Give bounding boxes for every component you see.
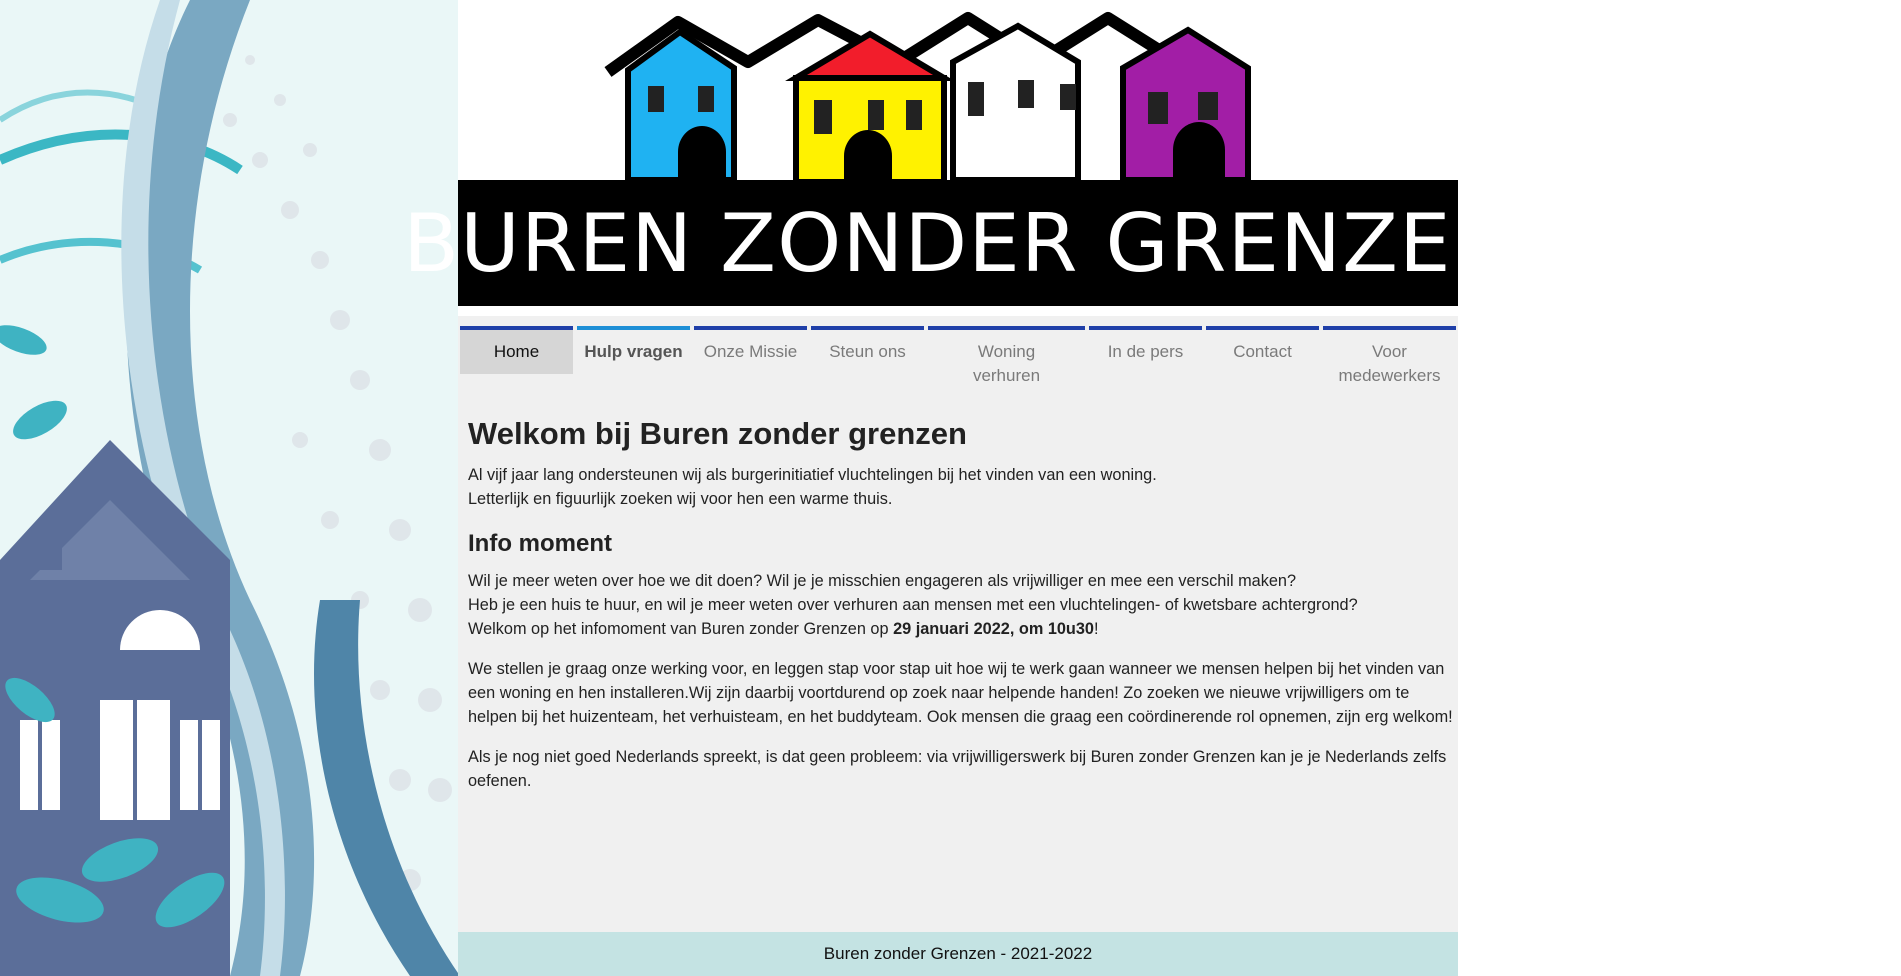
werking-paragraph: We stellen je graag onze werking voor, e… bbox=[468, 660, 1453, 726]
houses-logo-icon bbox=[604, 12, 1251, 182]
site-title: BUREN ZONDER GRENZEN bbox=[402, 196, 1514, 290]
intro-line-2: Letterlijk en figuurlijk zoeken wij voor… bbox=[468, 490, 893, 508]
info-line-3-suffix: ! bbox=[1093, 620, 1099, 638]
main-content: Welkom bij Buren zonder grenzen Al vijf … bbox=[468, 415, 1453, 809]
nav-item-woning-verhuren[interactable]: Woning verhuren bbox=[928, 326, 1085, 386]
nav-item-onze-missie[interactable]: Onze Missie bbox=[694, 326, 807, 386]
banner-title-bar: BUREN ZONDER GRENZEN bbox=[403, 180, 1512, 306]
footer: Buren zonder Grenzen - 2021-2022 bbox=[458, 932, 1458, 976]
nav-item-home[interactable]: Home bbox=[460, 326, 573, 374]
info-line-1: Wil je meer weten over hoe we dit doen? … bbox=[468, 572, 1297, 590]
page-title: Welkom bij Buren zonder grenzen bbox=[468, 416, 967, 451]
site-banner[interactable]: BUREN ZONDER GRENZEN bbox=[403, 0, 1512, 316]
background-illustration bbox=[0, 0, 460, 976]
info-line-2: Heb je een huis te huur, en wil je meer … bbox=[468, 596, 1358, 614]
info-date: 29 januari 2022, om 10u30 bbox=[893, 620, 1094, 638]
main-navigation: Home Hulp vragen Onze Missie Steun ons W… bbox=[458, 326, 1458, 386]
info-line-3-prefix: Welkom op het infomoment van Buren zonde… bbox=[468, 620, 894, 638]
intro-line-1: Al vijf jaar lang ondersteunen wij als b… bbox=[468, 466, 1157, 484]
nav-item-voor-medewerkers[interactable]: Voor medewerkers bbox=[1323, 326, 1456, 386]
nav-item-steun-ons[interactable]: Steun ons bbox=[811, 326, 924, 386]
page-container: BUREN ZONDER GRENZEN Home Hulp vragen On… bbox=[403, 0, 1512, 976]
nav-item-contact[interactable]: Contact bbox=[1206, 326, 1319, 386]
info-text: Wil je meer weten over hoe we dit doen? … bbox=[468, 569, 1453, 641]
nav-item-in-de-pers[interactable]: In de pers bbox=[1089, 326, 1202, 386]
nav-item-hulp-vragen[interactable]: Hulp vragen bbox=[577, 326, 690, 386]
taal-paragraph: Als je nog niet goed Nederlands spreekt,… bbox=[468, 748, 1447, 790]
intro-text: Al vijf jaar lang ondersteunen wij als b… bbox=[468, 463, 1453, 511]
info-heading: Info moment bbox=[468, 530, 612, 557]
